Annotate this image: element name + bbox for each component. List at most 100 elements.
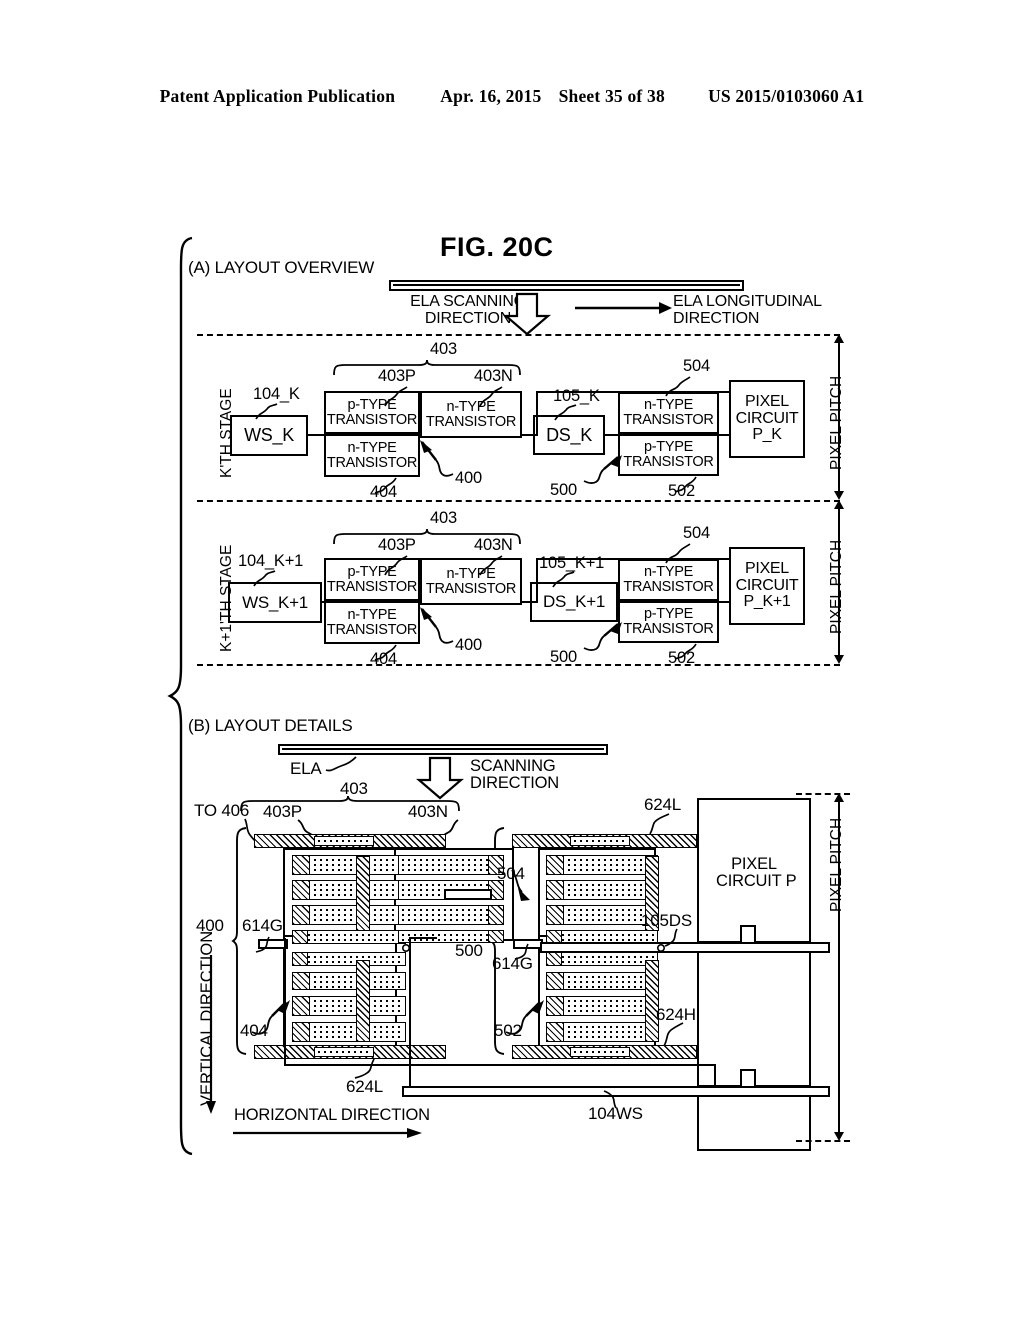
- finger-403n-3-tap: [488, 905, 504, 925]
- via-dot-right: [656, 943, 666, 953]
- finger-502-1-tap: [546, 952, 562, 966]
- route-left-down: [284, 938, 286, 1064]
- pitch-divider-top: [197, 334, 840, 336]
- finger-502-4-tap: [546, 1022, 564, 1042]
- ref-502-b: 502: [494, 1021, 522, 1040]
- leader-104ws: [603, 1090, 617, 1109]
- header-docnum: US 2015/0103060 A1: [708, 86, 865, 106]
- outer-brace: [167, 236, 193, 1156]
- route-403n-over: [409, 937, 437, 939]
- pixel-pitch-label-k1: PIXEL PITCH: [828, 539, 845, 634]
- p-type-transistor-403p-k: p-TYPE TRANSISTOR: [324, 391, 420, 434]
- leader-500-k: [583, 455, 622, 484]
- page-header: Patent Application Publication Apr. 16, …: [0, 86, 1024, 107]
- connector-ds-504-k: [605, 434, 619, 436]
- horizontal-direction-arrow: [233, 1128, 422, 1138]
- ref-500-b: 500: [455, 941, 483, 960]
- ref-502-k1: 502: [668, 649, 695, 667]
- ref-404-k: 404: [370, 483, 397, 501]
- pitch-divider-bottom: [197, 664, 840, 666]
- ela-label-b: ELA: [290, 759, 322, 778]
- connector-ws-403-k: [308, 434, 325, 436]
- ref-404-b: 404: [240, 1021, 268, 1040]
- ref-614g-left: 614G: [242, 916, 283, 935]
- finger-403p-4-tap: [292, 930, 308, 944]
- signal-line-105ds: [540, 942, 830, 953]
- finger-403n-4-tap: [488, 930, 504, 943]
- pixel-circuit-box-k1: PIXEL CIRCUIT P_K+1: [729, 547, 805, 625]
- connector-502-pixel-k: [719, 434, 731, 436]
- figure-title: FIG. 20C: [440, 232, 554, 262]
- pitch-divider-mid: [197, 500, 840, 502]
- finger-404-4-tap: [292, 1022, 310, 1042]
- ela-longitudinal-direction-label: ELA LONGITUDINAL DIRECTION: [673, 293, 822, 327]
- ref-105-k: 105_K: [553, 387, 600, 405]
- pixel-pitch-label-k: PIXEL PITCH: [828, 375, 845, 470]
- pixel-circuit-box-k: PIXEL CIRCUIT P_K: [729, 380, 805, 458]
- scanning-direction-label-b: SCANNING DIRECTION: [470, 757, 559, 793]
- finger-404-1-tap: [292, 952, 308, 966]
- ref-504-b: 504: [497, 864, 525, 883]
- pixel-pitch-label-b: PIXEL PITCH: [828, 817, 845, 912]
- ref-403-k1: 403: [430, 509, 457, 527]
- ref-504-k: 504: [683, 357, 710, 375]
- ws-box-k1: WS_K+1: [228, 582, 322, 623]
- scanning-direction-arrow-a: [503, 292, 551, 336]
- vertical-direction-label: VERTICAL DIRECTION: [198, 930, 216, 1106]
- route-left-across: [284, 1064, 714, 1066]
- route-right-up: [714, 1064, 716, 1088]
- ref-104-k1: 104_K+1: [238, 552, 304, 570]
- ref-624h: 624H: [656, 1005, 696, 1024]
- leader-614g-left: [255, 936, 270, 953]
- ref-403n-k: 403N: [474, 367, 513, 385]
- header-date: Apr. 16, 2015: [440, 86, 542, 106]
- patent-page: Patent Application Publication Apr. 16, …: [0, 0, 1024, 1320]
- leader-624l-top-right: [649, 813, 670, 835]
- finger-404-1: [292, 952, 406, 966]
- header-sheet: Sheet 35 of 38: [558, 86, 665, 106]
- ela-bar-b: [278, 744, 608, 755]
- finger-404-2-tap: [292, 972, 310, 990]
- finger-502-3-tap: [546, 996, 564, 1016]
- connector-502-pixel-k1: [719, 601, 731, 603]
- finger-404-3-tap: [292, 996, 310, 1016]
- p-type-transistor-502-k1: p-TYPE TRANSISTOR: [618, 601, 719, 643]
- ref-500-k1: 500: [550, 648, 577, 666]
- ref-400-k: 400: [455, 469, 482, 487]
- n-type-transistor-403n-k: n-TYPE TRANSISTOR: [420, 391, 522, 438]
- pixel-circuit-label-b: PIXEL CIRCUIT P: [716, 855, 797, 891]
- ref-500-k: 500: [550, 481, 577, 499]
- via-dot-left: [401, 943, 411, 953]
- ref-403p-k1: 403P: [378, 536, 416, 554]
- rail-624l-top-right-contact: [570, 836, 630, 846]
- finger-502-1: [546, 952, 658, 966]
- p-type-transistor-502-k: p-TYPE TRANSISTOR: [618, 434, 719, 476]
- rail-624l-bottom-left-contact: [314, 1047, 374, 1057]
- leader-624h: [663, 1022, 684, 1047]
- n-type-transistor-504-k1: n-TYPE TRANSISTOR: [618, 559, 719, 601]
- ref-104-k: 104_K: [253, 385, 300, 403]
- ref-403n-k1: 403N: [474, 536, 513, 554]
- n-type-transistor-403n-k1: n-TYPE TRANSISTOR: [420, 558, 522, 605]
- n-type-transistor-404-k: n-TYPE TRANSISTOR: [324, 434, 420, 477]
- rail-624h-bottom-contact: [570, 1047, 630, 1057]
- ref-624l-top: 624L: [644, 795, 682, 814]
- finger-403p-1-tap: [292, 855, 310, 875]
- leader-614g-right: [514, 943, 529, 960]
- rail-624l-top-left-contact: [314, 836, 374, 846]
- ela-longitudinal-arrow: [575, 302, 672, 314]
- n-type-transistor-504-k: n-TYPE TRANSISTOR: [618, 392, 719, 434]
- ws-box-k: WS_K: [230, 415, 308, 456]
- gate-bus-right-lower: [645, 960, 659, 1042]
- ref-502-k: 502: [668, 482, 695, 500]
- ref-to-406: TO 406: [194, 801, 250, 820]
- horizontal-direction-label: HORIZONTAL DIRECTION: [234, 1106, 430, 1124]
- ref-403-k: 403: [430, 340, 457, 358]
- ref-404-k1: 404: [370, 650, 397, 668]
- finger-403p-4: [292, 930, 406, 944]
- ds-box-k: DS_K: [533, 415, 605, 455]
- gate-bus-left-lower: [356, 960, 370, 1042]
- scanning-direction-arrow-b: [416, 756, 464, 800]
- ref-624l-bottom: 624L: [346, 1077, 384, 1096]
- finger-403p-2-tap: [292, 880, 310, 900]
